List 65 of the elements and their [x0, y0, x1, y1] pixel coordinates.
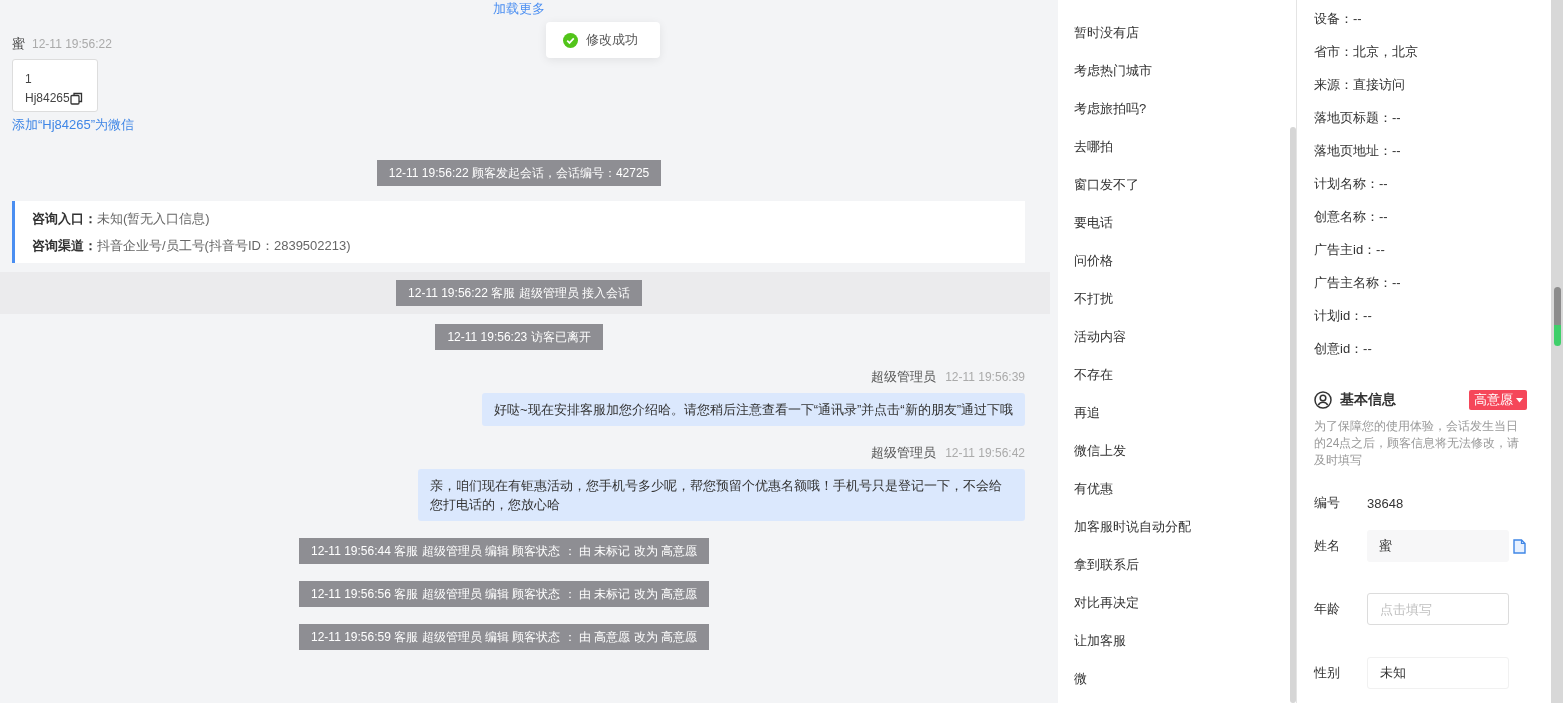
quick-reply-item[interactable]: 拿到联系后 [1074, 546, 1139, 584]
quick-reply-item[interactable]: 微信上发 [1074, 432, 1126, 470]
quick-reply-item[interactable]: 再追 [1074, 394, 1100, 432]
message-bubble: 好哒~现在安排客服加您介绍哈。请您稍后注意查看一下“通讯录”并点击“新的朋友”通过下哦 [482, 393, 1025, 426]
section-title: 基本信息 [1340, 391, 1397, 409]
visitor-info-line: 设备：-- [1314, 10, 1362, 28]
customer-name: 蜜 [12, 35, 25, 53]
quick-reply-item[interactable]: 去哪拍 [1074, 128, 1113, 166]
quick-reply-item[interactable]: 暂时没有店 [1074, 14, 1139, 52]
quick-reply-item[interactable]: 不存在 [1074, 356, 1113, 394]
card-text: Hj84265 [25, 90, 70, 107]
message-bubble: 亲，咱们现在有钜惠活动，您手机号多少呢，帮您预留个优惠名额哦！手机号只是登记一下，不会给您打电话的，您放心哈 [418, 469, 1025, 521]
user-circle-icon [1314, 391, 1332, 409]
visitor-info-line: 计划名称：-- [1314, 175, 1388, 193]
quick-reply-item[interactable]: 要电话 [1074, 204, 1113, 242]
field-label: 姓名 [1314, 537, 1341, 555]
system-notice: 12-11 19:56:22 顾客发起会话，会话编号：42725 [376, 160, 662, 186]
age-input[interactable]: 点击填写 [1367, 593, 1509, 625]
message-time: 12-11 19:56:39 [945, 370, 1025, 384]
info-line: 咨询入口：未知(暂无入口信息) [32, 210, 211, 228]
visitor-info-line: 计划id：-- [1314, 307, 1372, 325]
message-time: 12-11 19:56:22 [32, 37, 112, 51]
status-log: 12-11 19:56:59 客服 超级管理员 编辑 顾客状态 ： 由 高意愿 改为 高意愿 [299, 624, 709, 650]
status-tag-dropdown[interactable]: 高意愿 [1469, 390, 1527, 410]
copy-icon[interactable] [69, 92, 83, 105]
visitor-info-line: 省市：北京，北京 [1314, 43, 1418, 61]
toast-message: 修改成功 [586, 31, 638, 49]
quick-reply-item[interactable]: 微 [1074, 660, 1087, 698]
name-field[interactable]: 蜜 [1367, 530, 1509, 562]
quick-reply-item[interactable]: 考虑热门城市 [1074, 52, 1152, 90]
quick-reply-item[interactable]: 对比再决定 [1074, 584, 1139, 622]
system-notice: 12-11 19:56:23 访客已离开 [435, 324, 603, 350]
quick-reply-item[interactable]: 让加客服 [1074, 622, 1126, 660]
quick-reply-item[interactable]: 窗口发不了 [1074, 166, 1139, 204]
quick-reply-item[interactable]: 不打扰 [1074, 280, 1113, 318]
gender-select[interactable]: 未知 [1367, 657, 1509, 689]
message-time: 12-11 19:56:42 [945, 446, 1025, 460]
visitor-info-line: 来源：直接访问 [1314, 76, 1405, 94]
field-label: 性别 [1314, 664, 1341, 682]
quick-reply-item[interactable]: 有优惠 [1074, 470, 1113, 508]
visitor-info-line: 落地页地址：-- [1314, 142, 1401, 160]
visitor-info-line: 广告主id：-- [1314, 241, 1385, 259]
agent-name: 超级管理员 [871, 444, 937, 462]
status-log: 12-11 19:56:56 客服 超级管理员 编辑 顾客状态 ： 由 未标记 改为 高意愿 [299, 581, 709, 607]
agent-name: 超级管理员 [871, 368, 937, 386]
quick-reply-item[interactable]: 活动内容 [1074, 318, 1126, 356]
system-notice: 12-11 19:56:22 客服 超级管理员 接入会话 [396, 280, 642, 306]
scrollbar[interactable] [1290, 127, 1296, 703]
scrollbar[interactable] [1551, 0, 1563, 703]
visitor-info-line: 创意名称：-- [1314, 208, 1388, 226]
visitor-info-line: 创意id：-- [1314, 340, 1372, 358]
quick-reply-item[interactable]: 加客服时说自动分配 [1074, 508, 1191, 546]
check-circle-icon [563, 32, 578, 48]
caret-icon [1516, 397, 1523, 403]
info-line: 咨询渠道：抖音企业号/员工号(抖音号ID：2839502213) [32, 237, 352, 255]
field-value: 38648 [1367, 495, 1404, 511]
field-label: 年龄 [1314, 600, 1341, 618]
visitor-info-line: 落地页标题：-- [1314, 109, 1401, 127]
field-label: 编号 [1314, 494, 1341, 512]
status-log: 12-11 19:56:44 客服 超级管理员 编辑 顾客状态 ： 由 未标记 改为 高意愿 [299, 538, 709, 564]
quick-reply-item[interactable]: 问价格 [1074, 242, 1113, 280]
quick-reply-item[interactable]: 考虑旅拍吗? [1074, 90, 1147, 128]
hint-text: 为了保障您的使用体验，会话发生当日的24点之后，顾客信息将无法修改，请及时填写 [1314, 418, 1521, 469]
visitor-info-line: 广告主名称：-- [1314, 274, 1401, 292]
card-text: 1 [25, 71, 33, 88]
